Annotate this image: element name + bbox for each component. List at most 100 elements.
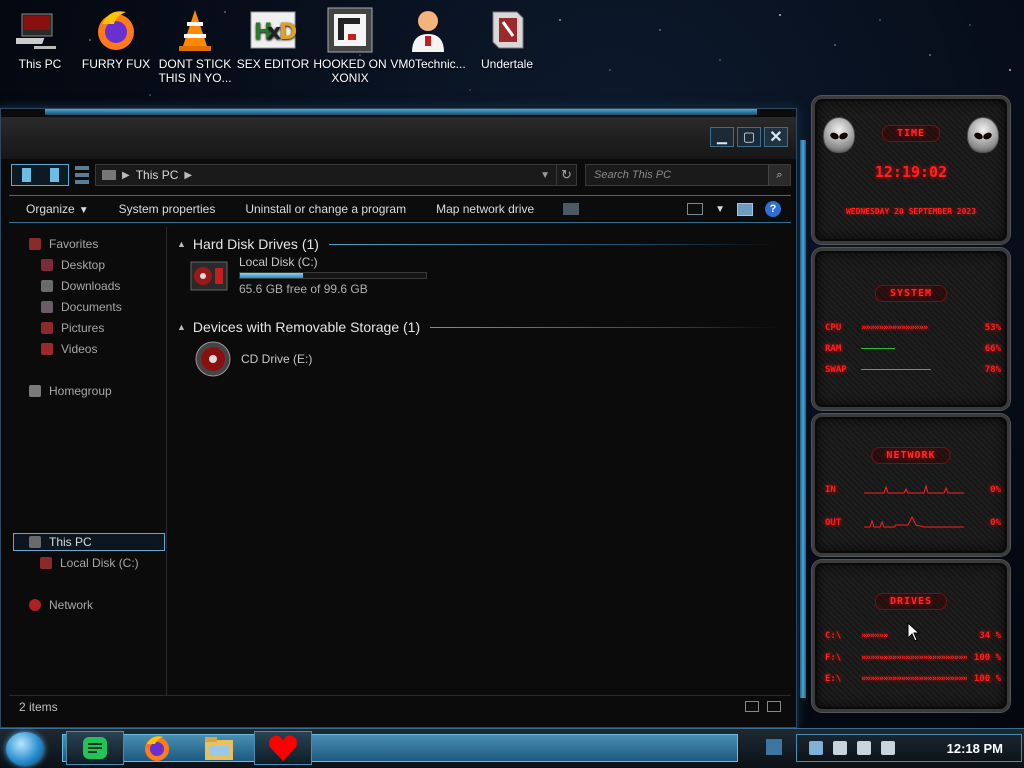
search-box[interactable]: Search This PC ⌕ xyxy=(585,164,791,186)
drive-local-disk-c[interactable]: Local Disk (C:) 65.6 GB free of 99.6 GB xyxy=(189,255,427,296)
desktop-icon-this-pc[interactable]: This PC xyxy=(2,6,78,71)
start-button[interactable] xyxy=(6,732,44,766)
row-label: SWAP xyxy=(825,365,847,375)
nav-local-disk-c[interactable]: Local Disk (C:) xyxy=(40,554,139,572)
refresh-button[interactable]: ↻ xyxy=(557,164,577,186)
this-pc-icon xyxy=(29,536,41,548)
taskbar-app-undertale[interactable] xyxy=(254,731,312,765)
drive-name: Local Disk (C:) xyxy=(239,255,318,269)
drive-cd-e[interactable]: CD Drive (E:) xyxy=(193,339,312,379)
firefox-icon xyxy=(98,11,134,50)
nav-videos[interactable]: Videos xyxy=(41,340,97,358)
back-forward-buttons[interactable] xyxy=(11,164,69,186)
close-button[interactable]: ✕ xyxy=(764,127,788,147)
desktop-icon-label: This PC xyxy=(18,57,62,71)
search-icon[interactable]: ⌕ xyxy=(768,165,790,185)
back-arrow-icon[interactable] xyxy=(21,168,31,182)
breadcrumb-chevron-icon[interactable]: ▶ xyxy=(184,170,192,181)
svg-text:D: D xyxy=(279,20,297,45)
row-label: IN xyxy=(825,485,836,495)
desktop-icon-undertale[interactable]: Undertale xyxy=(469,6,545,71)
breadcrumb-chevron-icon[interactable]: ▶ xyxy=(122,170,130,181)
maximize-button[interactable]: ▢ xyxy=(737,127,761,147)
control-panel-icon[interactable] xyxy=(563,203,580,215)
drive-usage-bar xyxy=(239,272,427,279)
network-in-graph xyxy=(864,484,964,494)
nav-documents[interactable]: Documents xyxy=(41,298,122,316)
nav-this-pc[interactable]: This PC xyxy=(13,533,165,551)
nav-network[interactable]: Network xyxy=(29,596,93,614)
group-header-removable-storage[interactable]: ▲ Devices with Removable Storage (1) xyxy=(177,318,777,336)
organize-button[interactable]: Organize ▼ xyxy=(9,202,104,216)
item-count: 2 items xyxy=(19,699,58,714)
explorer-window[interactable]: ▁ ▢ ✕ ▶ This PC ▶ ▼ ↻ Search This PC ⌕ O… xyxy=(0,108,797,728)
nav-homegroup[interactable]: Homegroup xyxy=(29,382,112,400)
taskbar-app-notes[interactable] xyxy=(66,731,124,765)
recent-locations-button[interactable] xyxy=(75,166,89,184)
address-bar[interactable]: ▶ This PC ▶ ▼ xyxy=(95,164,557,186)
details-view-icon[interactable] xyxy=(745,701,759,712)
row-label: C:\ xyxy=(825,631,842,641)
breadcrumb-this-pc[interactable]: This PC xyxy=(136,168,179,182)
nav-desktop[interactable]: Desktop xyxy=(41,256,105,274)
change-view-icon[interactable] xyxy=(687,203,704,215)
desktop-icon-label: SEX EDITOR xyxy=(236,57,310,71)
row-value: 78% xyxy=(984,365,1001,375)
network-row-out: OUT 0% xyxy=(825,513,1001,533)
row-value: 53% xyxy=(984,323,1001,333)
desktop-icon-sex-editor[interactable]: H x D SEX EDITOR xyxy=(235,6,311,71)
row-value: 100 % xyxy=(973,674,1001,684)
homegroup-icon xyxy=(29,385,41,397)
desktop-icon-vm0technic[interactable]: VM0Technic... xyxy=(390,6,466,71)
map-network-drive-button[interactable]: Map network drive xyxy=(421,202,549,216)
row-value: 34 % xyxy=(979,631,1001,641)
view-dropdown-icon[interactable]: ▼ xyxy=(715,204,725,215)
nav-pictures[interactable]: Pictures xyxy=(41,319,104,337)
minimize-button[interactable]: ▁ xyxy=(710,127,734,147)
system-widget: SYSTEM CPU »»»»»»»»»»»»»»» 53% RAM 66% S… xyxy=(812,248,1010,410)
preview-pane-icon[interactable] xyxy=(737,202,753,216)
nav-favorites[interactable]: Favorites xyxy=(29,235,98,253)
forward-arrow-icon[interactable] xyxy=(49,168,59,182)
group-header-hard-disk-drives[interactable]: ▲ Hard Disk Drives (1) xyxy=(177,235,777,253)
row-value: 0% xyxy=(990,485,1001,495)
tiles-view-icon[interactable] xyxy=(767,701,781,712)
nav-label: Local Disk (C:) xyxy=(60,556,139,570)
favorites-star-icon xyxy=(29,238,41,250)
time-widget: TIME 12:19:02 WEDNESDAY 20 SEPTEMBER 202… xyxy=(812,96,1010,244)
drives-row-e: E:\ »»»»»»»»»»»»»»»»»»»»»»»»» 100 % xyxy=(825,674,1001,684)
row-label: E:\ xyxy=(825,674,842,684)
uninstall-program-button[interactable]: Uninstall or change a program xyxy=(230,202,421,216)
help-icon[interactable]: ? xyxy=(765,201,781,217)
desktop-icon-vlc[interactable]: DONT STICK THIS IN YO... xyxy=(157,6,233,85)
taskbar-app-firefox[interactable] xyxy=(128,731,186,765)
hard-drive-icon xyxy=(190,261,228,290)
taskbar-clock[interactable]: 12:18 PM xyxy=(947,741,1003,756)
content-pane: ▲ Hard Disk Drives (1) Local Disk (C:) 6… xyxy=(177,227,789,697)
row-label: F:\ xyxy=(825,653,842,663)
row-value: 0% xyxy=(990,518,1001,528)
action-center-flag-icon[interactable] xyxy=(833,741,847,755)
system-properties-button[interactable]: System properties xyxy=(104,202,231,216)
address-dropdown-icon[interactable]: ▼ xyxy=(540,170,550,181)
desktop-icon-label: VM0Technic... xyxy=(390,57,466,71)
volume-icon[interactable] xyxy=(881,741,895,755)
row-label: RAM xyxy=(825,344,842,354)
tray-app-icon[interactable] xyxy=(809,741,823,755)
window-titlebar[interactable] xyxy=(1,117,796,159)
taskbar-app-file-explorer[interactable] xyxy=(190,731,248,765)
nav-label: Videos xyxy=(61,342,98,356)
collapse-triangle-icon[interactable]: ▲ xyxy=(177,239,186,249)
network-icon xyxy=(29,599,41,611)
network-widget: NETWORK IN 0% OUT 0% xyxy=(812,414,1010,556)
search-input[interactable]: Search This PC xyxy=(594,169,768,181)
green-notes-icon xyxy=(83,737,107,759)
desktop-icon-furry-fux[interactable]: FURRY FUX xyxy=(78,6,154,71)
status-view-buttons xyxy=(745,701,781,712)
collapse-triangle-icon[interactable]: ▲ xyxy=(177,322,186,332)
network-tray-icon[interactable] xyxy=(857,741,871,755)
desktop-icon-hooked-on-xonix[interactable]: HOOKED ON XONIX xyxy=(312,6,388,85)
system-row-cpu: CPU »»»»»»»»»»»»»»» 53% xyxy=(825,323,1001,333)
show-desktop-button[interactable] xyxy=(766,739,782,755)
nav-downloads[interactable]: Downloads xyxy=(41,277,120,295)
